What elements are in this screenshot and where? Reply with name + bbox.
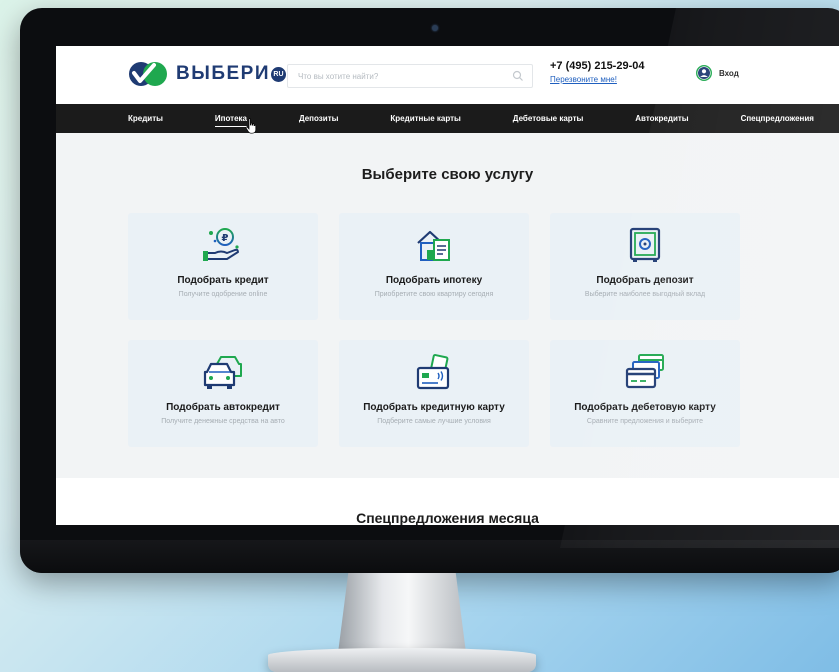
card-subtitle: Выберите наиболее выгодный вклад xyxy=(584,291,706,298)
search-input[interactable] xyxy=(288,65,508,87)
service-card-credit-card[interactable]: Подобрать кредитную карту Подберите самы… xyxy=(339,340,529,447)
card-title: Подобрать автокредит xyxy=(166,402,280,413)
search-icon[interactable] xyxy=(512,70,524,82)
card-subtitle: Подберите самые лучшие условия xyxy=(377,418,491,425)
card-title: Подобрать депозит xyxy=(596,275,694,286)
service-card-mortgage[interactable]: Подобрать ипотеку Приобретите свою кварт… xyxy=(339,213,529,320)
nav-item-mortgage[interactable]: Ипотека xyxy=(214,111,257,134)
service-card-deposit[interactable]: Подобрать депозит Выберите наиболее выго… xyxy=(550,213,740,320)
house-document-icon xyxy=(417,230,450,261)
money-hand-icon: ₽ xyxy=(203,228,239,261)
phone-number[interactable]: +7 (495) 215-29-04 xyxy=(550,60,644,72)
user-icon xyxy=(696,65,712,81)
monitor-chin xyxy=(20,540,839,573)
card-title: Подобрать кредит xyxy=(177,275,269,286)
card-subtitle: Получите денежные средства на авто xyxy=(161,418,285,425)
nav-item-debit-cards[interactable]: Дебетовые карты xyxy=(513,111,584,126)
site-header: ВЫБЕРИ RU +7 (495) 215-29-04 Перезвоните… xyxy=(56,46,839,104)
card-subtitle: Получите одобрение online xyxy=(178,291,268,298)
svg-text:₽: ₽ xyxy=(222,233,229,244)
hand-cursor-icon xyxy=(245,117,257,134)
credit-card-contactless-icon xyxy=(416,354,450,390)
service-card-auto-loan[interactable]: Подобрать автокредит Получите денежные с… xyxy=(128,340,318,447)
page-title: Выберите свою услугу xyxy=(361,166,534,183)
main-nav: Кредиты Ипотека Депозиты Кредитные карты… xyxy=(56,104,839,134)
nav-item-special-offers[interactable]: Спецпредложения xyxy=(741,111,814,126)
card-subtitle: Приобретите свою квартиру сегодня xyxy=(374,291,494,298)
phone-block: +7 (495) 215-29-04 Перезвоните мне! xyxy=(550,60,644,84)
nav-item-credit-cards[interactable]: Кредитные карты xyxy=(390,111,460,126)
monitor-stand xyxy=(338,573,466,653)
service-card-debit-card[interactable]: Подобрать дебетовую карту Сравните предл… xyxy=(550,340,740,447)
specials-title: Спецпредложения месяца xyxy=(356,510,539,525)
nav-item-auto-loans[interactable]: Автокредиты xyxy=(635,111,688,126)
card-title: Подобрать ипотеку xyxy=(385,275,483,286)
login-label: Вход xyxy=(719,68,739,78)
safe-icon xyxy=(629,227,661,262)
logo-checkmark-icon xyxy=(129,62,167,86)
debit-cards-icon xyxy=(625,354,664,389)
logo-text: ВЫБЕРИ xyxy=(176,63,270,84)
webcam-icon xyxy=(432,25,438,31)
nav-item-credits[interactable]: Кредиты xyxy=(128,111,163,126)
service-card-credit[interactable]: ₽ Подобрать кредит Получите одобрение on… xyxy=(128,213,318,320)
search-box xyxy=(287,64,533,88)
logo[interactable]: ВЫБЕРИ RU xyxy=(128,60,286,88)
card-title: Подобрать дебетовую карту xyxy=(574,402,716,413)
card-subtitle: Сравните предложения и выберите xyxy=(586,418,704,425)
login-button[interactable]: Вход xyxy=(696,65,739,81)
card-title: Подобрать кредитную карту xyxy=(363,402,505,413)
nav-item-deposits[interactable]: Депозиты xyxy=(299,111,339,126)
callback-link[interactable]: Перезвоните мне! xyxy=(550,75,644,84)
nav-item-mortgage-label: Ипотека xyxy=(214,113,247,123)
logo-badge: RU xyxy=(270,66,286,82)
monitor-stand-base xyxy=(268,648,536,672)
car-icon xyxy=(203,356,242,389)
website-screen: ВЫБЕРИ RU +7 (495) 215-29-04 Перезвоните… xyxy=(56,46,839,525)
